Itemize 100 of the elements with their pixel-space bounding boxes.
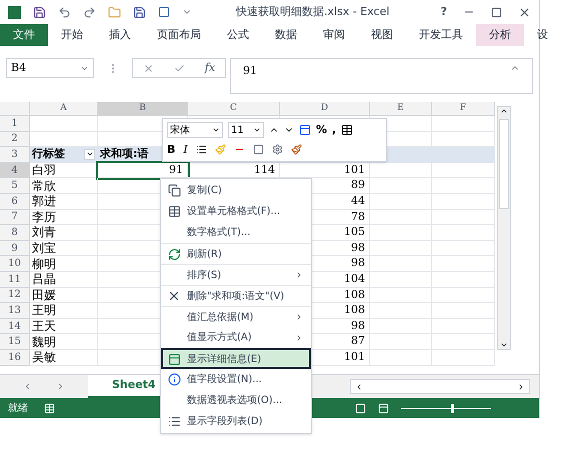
column-label: 行标签 (32, 146, 65, 162)
vertical-scrollbar[interactable] (497, 106, 511, 350)
zoom-slider[interactable] (401, 403, 491, 413)
ribbon-tab[interactable]: 分析 (476, 24, 524, 46)
table-cell: 郭进 (30, 194, 98, 210)
border-icon[interactable] (252, 144, 264, 156)
menu-item[interactable]: 排序(S) (161, 264, 311, 285)
ribbon-tab[interactable]: 公式 (214, 24, 262, 46)
scroll-up-icon[interactable] (500, 107, 508, 115)
name-box[interactable]: B4 (6, 58, 94, 78)
normal-view-icon[interactable] (355, 402, 366, 414)
table-cell (370, 178, 432, 194)
slider-thumb[interactable] (450, 404, 454, 412)
column-header[interactable]: C (188, 102, 280, 115)
insert-function-button[interactable]: fx (204, 60, 216, 76)
table-cell (432, 318, 495, 334)
menu-item[interactable]: 删除"求和项:语文"(V) (161, 285, 311, 306)
previous-sheet-icon[interactable] (23, 382, 32, 391)
redo-icon[interactable] (83, 6, 96, 18)
table-cell: 柳明 (30, 256, 98, 272)
table-cell (370, 240, 432, 256)
cancel-icon[interactable] (142, 62, 154, 74)
row-header[interactable]: 6 (0, 194, 30, 210)
row-header[interactable]: 5 (0, 178, 30, 194)
table-icon (168, 205, 180, 218)
comma-button[interactable]: , (332, 122, 336, 138)
table-cell (432, 147, 495, 163)
table-cell: 魏明 (30, 334, 98, 350)
table-cell (432, 194, 495, 210)
font-dropdown[interactable]: 宋体 (167, 122, 223, 138)
font-size-dropdown[interactable]: 11 (228, 122, 264, 138)
table-cell (432, 350, 495, 366)
row-header[interactable]: 9 (0, 240, 30, 256)
ribbon-tab[interactable]: 设 (524, 24, 561, 46)
table-cell (370, 272, 432, 288)
maximize-icon[interactable] (491, 6, 502, 18)
row-header[interactable]: 13 (0, 303, 30, 319)
row-header[interactable]: 16 (0, 350, 30, 366)
row-header[interactable]: 4 (0, 162, 30, 178)
menu-item[interactable]: 值汇总依据(M) (161, 306, 311, 327)
table-cell: 王天 (30, 318, 98, 334)
ribbon-tab[interactable]: 开发工具 (406, 24, 476, 46)
filter-button[interactable] (84, 148, 95, 160)
column-header[interactable]: F (432, 102, 495, 115)
ribbon-tab[interactable]: 审阅 (310, 24, 358, 46)
table-cell: 李历 (30, 210, 98, 226)
menu-item[interactable]: 显示字段列表(D) (161, 411, 311, 432)
table-cell (432, 178, 495, 194)
table-cell (432, 288, 495, 304)
list-icon (168, 415, 180, 428)
ribbon-tab[interactable]: 文件 (0, 24, 48, 46)
table-cell: 刘宝 (30, 240, 98, 256)
refresh-icon (168, 248, 180, 260)
row-header[interactable]: 15 (0, 334, 30, 350)
style-icon[interactable] (299, 124, 311, 136)
ribbon-tab[interactable]: 插入 (96, 24, 144, 46)
row-header[interactable]: 8 (0, 225, 30, 241)
column-header[interactable]: B (98, 102, 188, 115)
close-icon[interactable] (518, 6, 531, 18)
table-cell: 吕晶 (30, 272, 98, 288)
next-sheet-icon[interactable] (56, 382, 65, 391)
formula-field[interactable]: 91 (230, 58, 533, 94)
ribbon-tab[interactable]: 页面布局 (144, 24, 214, 46)
table-cell (432, 256, 495, 272)
save-as-icon[interactable] (133, 6, 146, 18)
column-header[interactable]: E (370, 102, 432, 115)
table-cell: 91 (98, 162, 188, 178)
help-button[interactable]: ? (440, 4, 447, 20)
ribbon-tab[interactable]: 开始 (48, 24, 96, 46)
row-header[interactable]: 7 (0, 210, 30, 226)
menu-item[interactable]: 刷新(R) (161, 243, 311, 264)
fill-color-icon[interactable] (214, 144, 226, 156)
row-header[interactable]: 12 (0, 288, 30, 304)
undo-icon[interactable] (58, 6, 71, 18)
frame-icon[interactable] (158, 6, 170, 18)
ribbon-tab[interactable]: 数据 (262, 24, 310, 46)
save-icon[interactable] (33, 6, 46, 18)
excel-logo-icon (8, 6, 21, 18)
table-cell: 白羽 (30, 162, 98, 178)
confirm-icon[interactable] (174, 62, 185, 74)
menu-item[interactable]: 显示详细信息(E) (161, 348, 311, 369)
percent-button[interactable]: % (316, 122, 328, 138)
row-header[interactable]: 1 (0, 116, 30, 132)
table-icon[interactable] (341, 124, 354, 136)
format-painter-icon[interactable] (290, 144, 302, 156)
table-cell (370, 210, 432, 226)
ribbon-tab[interactable]: 视图 (358, 24, 406, 46)
table-cell: 王明 (30, 303, 98, 319)
horizontal-scrollbar[interactable] (350, 379, 530, 394)
column-header[interactable]: D (280, 102, 370, 115)
table-cell (370, 225, 432, 241)
row-header[interactable]: 14 (0, 318, 30, 334)
row-header[interactable]: 11 (0, 272, 30, 288)
window-title: 快速获取明细数据.xlsx - Excel (236, 4, 390, 20)
row-header[interactable]: 2 (0, 132, 30, 148)
page-layout-icon[interactable] (378, 402, 389, 414)
scroll-down-icon[interactable] (500, 341, 508, 349)
row-header[interactable]: 10 (0, 256, 30, 272)
row-header[interactable]: 3 (0, 147, 30, 163)
table-cell (432, 303, 495, 319)
